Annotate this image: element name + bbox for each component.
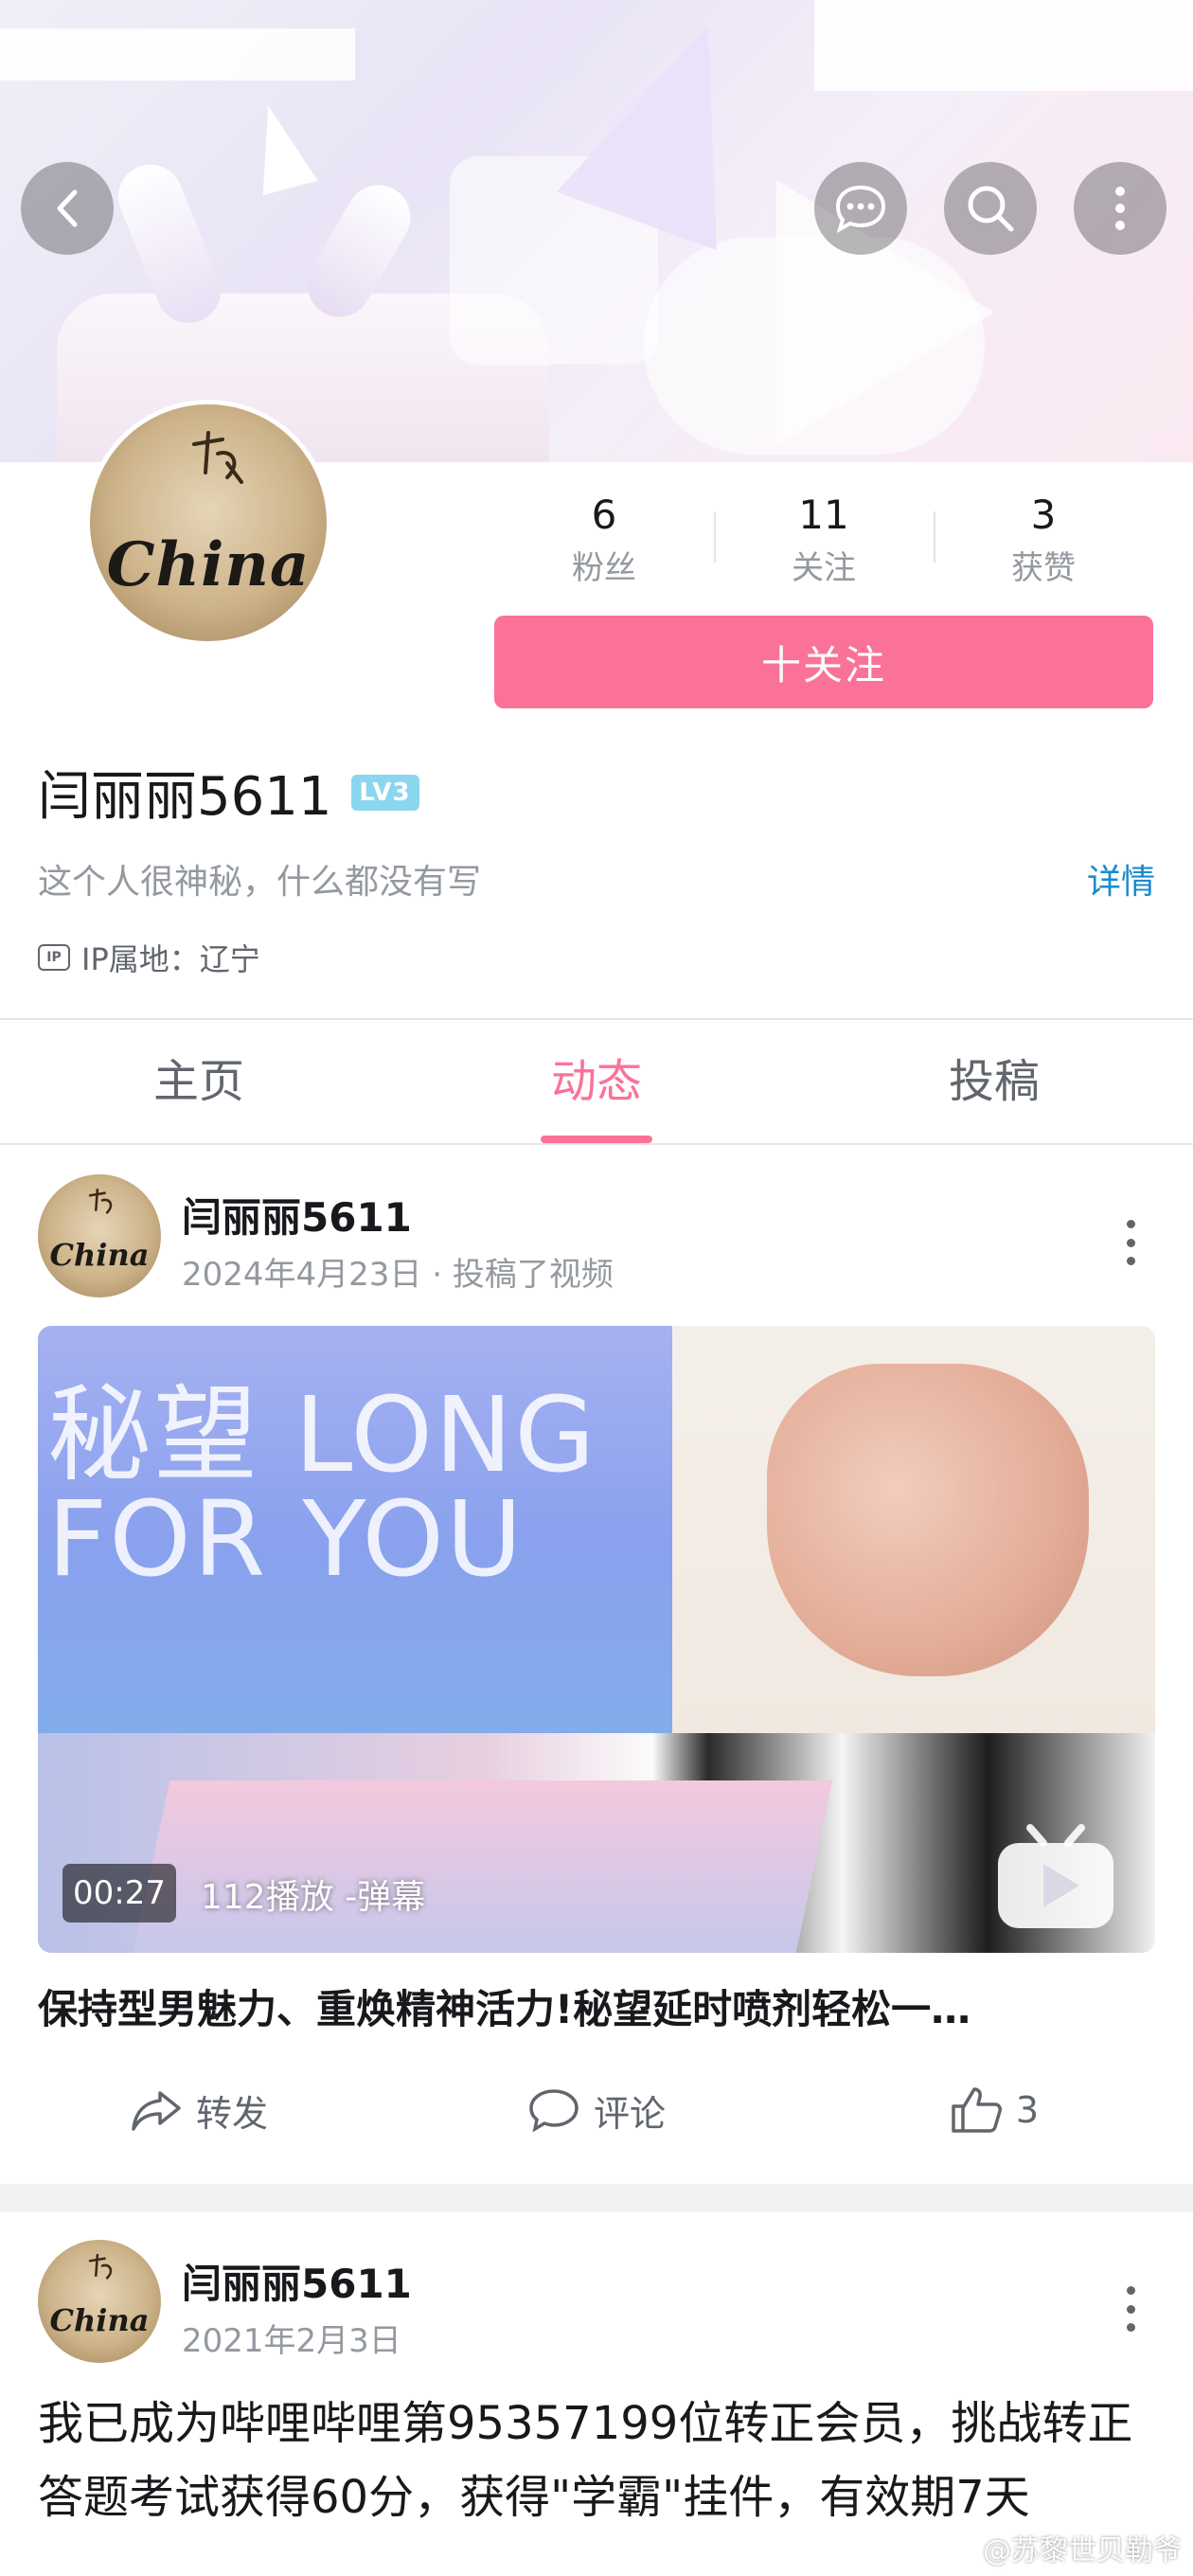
avatar-brand-text: China (106, 529, 311, 600)
post-meta: 2021年2月3日 (182, 2322, 401, 2360)
section-separator (0, 2184, 1193, 2212)
divider (0, 1143, 1193, 1145)
more-button[interactable] (1074, 162, 1166, 255)
watermark-text: @苏黎世贝勒爷 (983, 2534, 1182, 2567)
video-duration: 00:27 (62, 1864, 176, 1923)
product-box: 秘望 LONG FOR YOU (38, 1326, 672, 1799)
comment-label: 评论 (593, 2092, 666, 2135)
share-icon (132, 2091, 181, 2131)
comment-icon (529, 2089, 579, 2133)
calligraphy-mark-icon (192, 431, 243, 484)
avatar-brand-text: China (49, 1237, 150, 1273)
avatar-brand-text: China (49, 2302, 150, 2338)
ip-badge-icon: IP (38, 944, 70, 971)
ip-location: IP IP属地：辽宁 (38, 936, 260, 979)
post-meta: 2024年4月23日 · 投稿了视频 (182, 1256, 614, 1294)
video-thumbnail[interactable]: 秘望 LONG FOR YOU 00:27 112播放 -弹幕 (38, 1326, 1155, 1953)
ip-location-text: IP属地：辽宁 (81, 941, 260, 977)
watermark: @苏黎世贝勒爷 (945, 2527, 1182, 2568)
dot (1126, 1257, 1135, 1265)
search-button[interactable] (944, 162, 1037, 255)
post-more-button[interactable] (1112, 2281, 1149, 2337)
post-title[interactable]: 保持型男魅力、重焕精神活力!秘望延时喷剂轻松一… (38, 1977, 1155, 2035)
video-stats: 112播放 -弹幕 (201, 1878, 426, 1917)
profile-tabs: 主页 动态 投稿 (0, 1020, 1193, 1143)
post-text[interactable]: 我已成为哔哩哔哩第95357199位转正会员，挑战转正答题考试获得60分，获得"… (38, 2387, 1155, 2534)
stat-label: 获赞 (1011, 549, 1076, 587)
dot (1126, 2304, 1135, 2314)
username: 闫丽丽5611 (38, 766, 332, 828)
hand-image (767, 1364, 1089, 1676)
post-actions: 转发 评论 3 (0, 2065, 1193, 2156)
post-author-avatar[interactable]: China (38, 2240, 161, 2363)
stat-likes[interactable]: 3 获赞 (934, 483, 1153, 589)
profile-avatar[interactable]: China (85, 400, 331, 646)
follow-button[interactable]: 十关注 (494, 616, 1153, 708)
post-author-avatar[interactable]: China (38, 1174, 161, 1297)
like-button[interactable]: 3 (795, 2065, 1193, 2156)
stat-fans[interactable]: 6 粉丝 (494, 483, 714, 589)
like-count: 3 (1015, 2089, 1040, 2131)
chevron-left-icon (57, 189, 78, 227)
stat-label: 粉丝 (572, 549, 636, 587)
thumbs-up-icon (952, 2087, 1002, 2133)
calligraphy-mark-icon (88, 1188, 113, 1214)
more-vertical-icon (1115, 187, 1125, 230)
details-link[interactable]: 详情 (1087, 854, 1155, 903)
video-overlay-text: 秘望 LONG FOR YOU (47, 1374, 597, 1600)
level-badge: LV3 (350, 774, 419, 811)
chat-bubble-icon (835, 185, 886, 234)
comment-button[interactable]: 评论 (398, 2065, 795, 2156)
tab-dynamics[interactable]: 动态 (398, 1020, 795, 1143)
wipe-sheet (133, 1780, 833, 1953)
calligraphy-mark-icon (88, 2253, 113, 2280)
stat-following[interactable]: 11 关注 (714, 483, 934, 589)
profile-stats: 6 粉丝 11 关注 3 获赞 (494, 483, 1153, 589)
search-icon (968, 186, 1014, 232)
stat-label: 关注 (792, 549, 856, 587)
back-button[interactable] (21, 162, 114, 255)
tab-uploads[interactable]: 投稿 (795, 1020, 1193, 1143)
dot (1126, 1220, 1135, 1228)
profile-bio: 这个人很神秘，什么都没有写 (38, 863, 482, 902)
post-author-name[interactable]: 闫丽丽5611 (182, 1186, 412, 1243)
stat-value: 11 (798, 492, 849, 538)
dot (1126, 2323, 1135, 2332)
share-button[interactable]: 转发 (0, 2065, 398, 2156)
profile-username-row: 闫丽丽5611 LV3 (38, 754, 419, 831)
bilibili-tv-icon (998, 1824, 1113, 1928)
stat-value: 3 (1030, 492, 1057, 538)
post-more-button[interactable] (1112, 1214, 1149, 1271)
share-label: 转发 (195, 2092, 268, 2135)
dot (1126, 2286, 1135, 2295)
dot (1126, 1238, 1135, 1247)
stat-value: 6 (591, 492, 617, 538)
message-button[interactable] (814, 162, 907, 255)
tab-home[interactable]: 主页 (0, 1020, 398, 1143)
post-author-name[interactable]: 闫丽丽5611 (182, 2252, 412, 2310)
weibo-icon (945, 2535, 976, 2561)
